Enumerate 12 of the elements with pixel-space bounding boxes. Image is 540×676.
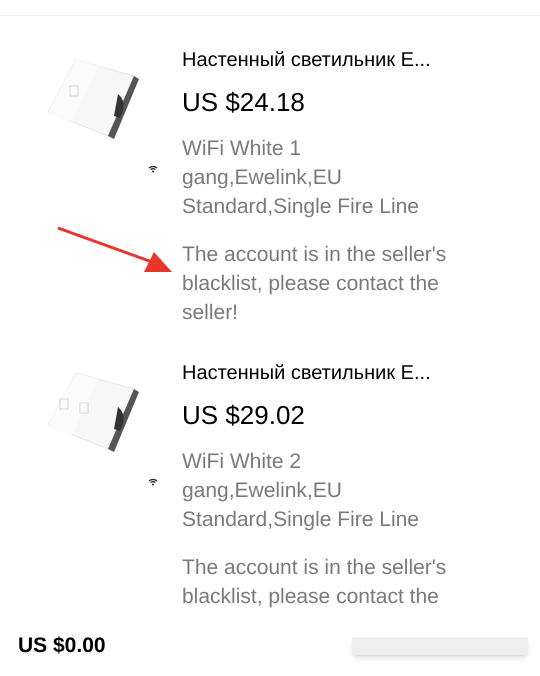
product-title[interactable]: Настенный светильник E... xyxy=(182,359,482,387)
blacklist-notice: The account is in the seller's blacklist, please contact the xyxy=(182,555,448,610)
wifi-icon xyxy=(148,164,158,174)
product-variant: WiFi White 1 gang,Ewelink,EU Standard,Single Fire Line xyxy=(182,136,420,220)
product-variant: WiFi White 2 gang,Ewelink,EU Standard,Single Fire Line xyxy=(182,449,420,533)
product-price: US $24.18 xyxy=(182,86,306,119)
checkout-button[interactable] xyxy=(352,637,528,655)
wifi-icon xyxy=(148,477,158,487)
total-price: US $0.00 xyxy=(18,633,106,660)
product-price: US $29.02 xyxy=(182,399,306,432)
product-title[interactable]: Настенный светильник E... xyxy=(182,46,482,74)
blacklist-notice: The account is in the seller's blacklist, please contact the seller! xyxy=(182,242,448,326)
